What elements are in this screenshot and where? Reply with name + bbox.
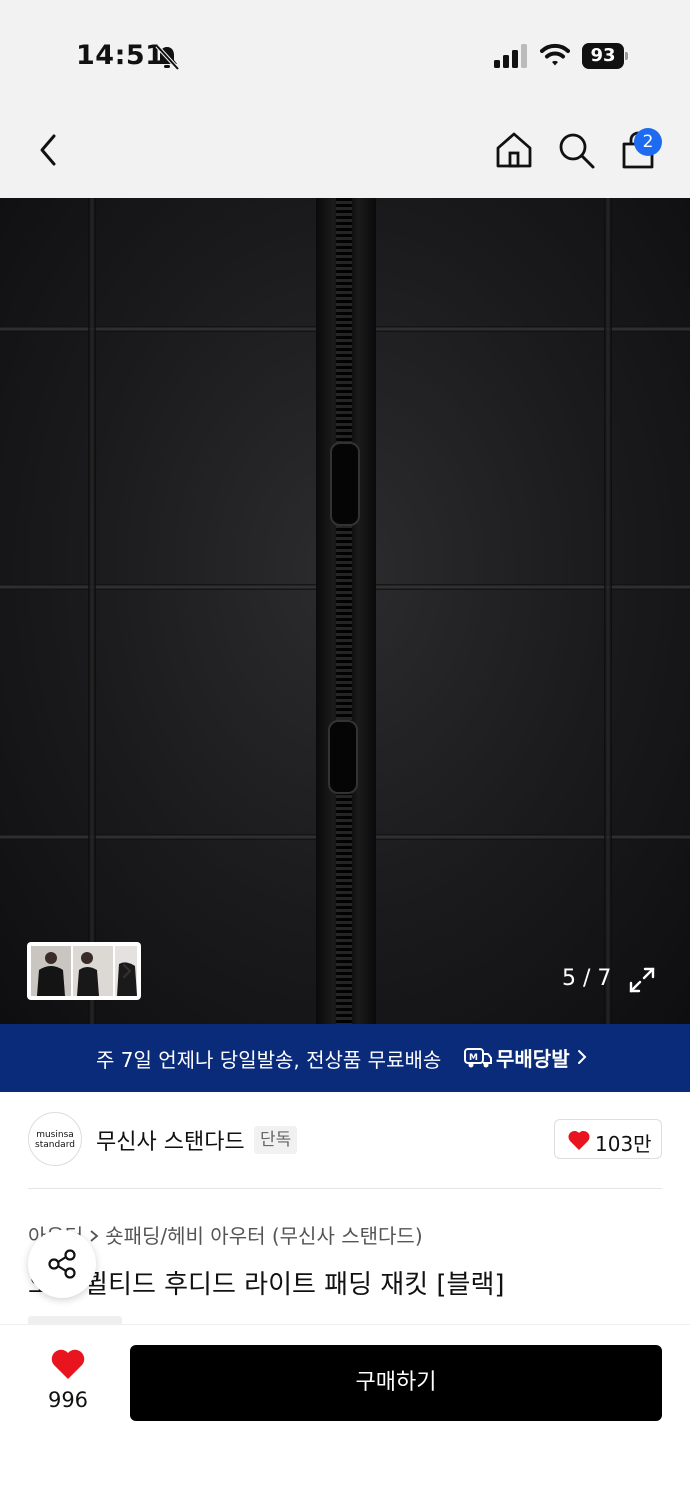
gallery-counter: 5 / 7 [562, 966, 612, 991]
status-bar: 14:51 93 [0, 0, 690, 100]
expand-icon[interactable] [628, 966, 656, 994]
chevron-right-icon[interactable] [120, 962, 134, 980]
zipper-pull [330, 442, 360, 526]
brand-logo-text: standard [35, 1140, 75, 1150]
exclusive-badge: 단독 [254, 1126, 298, 1154]
heart-icon [568, 1130, 590, 1150]
promo-text: 주 7일 언제나 당일발송, 전상품 무료배송 [96, 1048, 442, 1072]
battery-icon: 93 [582, 43, 628, 69]
battery-level: 93 [582, 43, 624, 69]
chevron-right-icon [578, 1050, 587, 1064]
zipper-pull [328, 720, 358, 794]
brand-like-button[interactable]: 103만 [554, 1119, 662, 1159]
promo-label: 무배당발 [496, 1047, 570, 1071]
bell-slash-icon [155, 44, 180, 71]
signal-icon [494, 44, 527, 68]
quilt-seam [88, 198, 96, 1024]
wifi-icon [540, 43, 570, 66]
share-button[interactable] [28, 1230, 96, 1298]
home-icon[interactable] [494, 130, 534, 170]
delivery-truck-icon: M [464, 1048, 492, 1068]
thumbnail-image[interactable] [73, 946, 113, 996]
quilt-seam [604, 198, 612, 1024]
divider [28, 1188, 662, 1189]
cart-count-badge: 2 [634, 128, 662, 156]
product-image[interactable] [0, 198, 690, 1024]
brand-logo[interactable]: musinsa standard [28, 1112, 82, 1166]
free-shipping-banner[interactable]: 주 7일 언제나 당일발송, 전상품 무료배송 M 무배당발 [0, 1024, 690, 1092]
buy-button[interactable]: 구매하기 [130, 1345, 662, 1421]
chevron-right-icon [90, 1230, 99, 1242]
share-icon [48, 1249, 76, 1279]
wish-count: 996 [47, 1388, 89, 1412]
search-icon[interactable] [556, 130, 596, 170]
brand-like-count: 103만 [595, 1132, 652, 1156]
brand-name[interactable]: 무신사 스탠다드 [96, 1124, 245, 1156]
breadcrumb-item[interactable]: 숏패딩/헤비 아우터 (무신사 스탠다드) [105, 1224, 422, 1248]
battery-tip [625, 52, 628, 60]
top-nav [0, 100, 690, 198]
zipper-teeth [336, 198, 352, 1024]
thumbnail-image[interactable] [31, 946, 71, 996]
svg-text:M: M [469, 1053, 478, 1063]
brand-logo-text: musinsa [36, 1130, 74, 1140]
back-icon[interactable] [30, 130, 70, 170]
product-title: 오버 퀼티드 후디드 라이트 패딩 재킷 [블랙] [28, 1270, 505, 1300]
heart-icon[interactable] [50, 1348, 86, 1380]
